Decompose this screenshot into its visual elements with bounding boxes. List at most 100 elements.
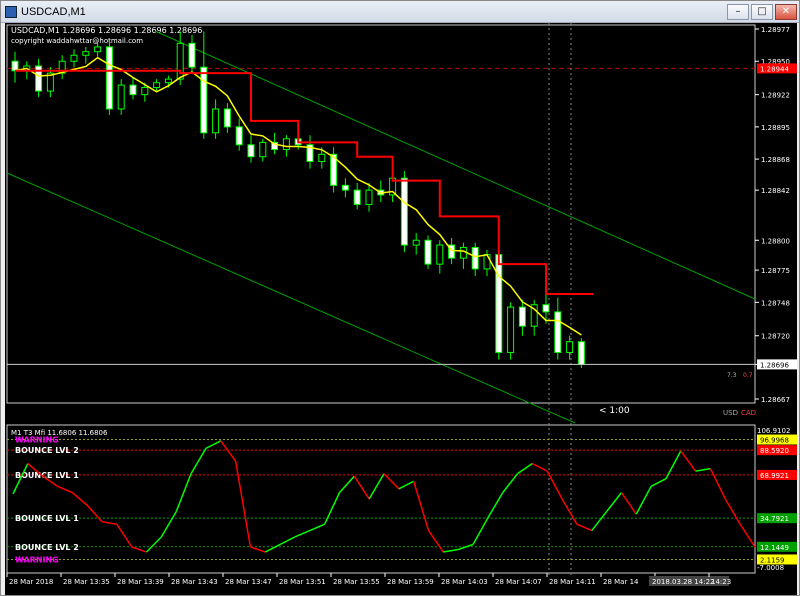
- indicator-segment: [57, 485, 73, 494]
- candle-bull-body: [94, 46, 102, 53]
- time-tick-label: 28 Mar 14:03: [441, 578, 488, 586]
- indicator-segment: [353, 475, 370, 500]
- chart-canvas[interactable]: USDCAD,M1 1.28696 1.28696 1.28696 1.2869…: [5, 23, 797, 595]
- maximize-button[interactable]: □: [751, 4, 773, 20]
- indicator-axis-bottom: -7.0008: [757, 564, 784, 572]
- indicator-segment: [160, 511, 177, 538]
- indicator-segment: [264, 543, 281, 553]
- indicator-segment: [309, 523, 325, 532]
- chart-area[interactable]: USDCAD,M1 1.28696 1.28696 1.28696 1.2869…: [5, 23, 797, 595]
- indicator-segment: [131, 546, 147, 553]
- time-tick-label: 28 Mar 13:59: [387, 578, 434, 586]
- indicator-level-value: 68.9921: [760, 472, 789, 480]
- indicator-segment: [517, 462, 533, 475]
- candle-bull-body: [164, 78, 172, 84]
- candle-bear-body: [577, 341, 585, 365]
- time-tick-label: 14:23: [711, 578, 731, 586]
- chart-app-icon: [5, 6, 17, 18]
- chart-window: USDCAD,M1 – □ ✕ USDCAD,M1 1.28696 1.2869…: [0, 0, 800, 596]
- candle-bear-body: [471, 246, 479, 270]
- indicator-segment: [323, 492, 341, 525]
- channel-upper-line: [154, 30, 756, 300]
- price-tick-label: 1.28667: [761, 396, 790, 404]
- candle-bear-body: [200, 66, 208, 134]
- indicator-segment: [146, 536, 162, 553]
- candle-bear-body: [235, 126, 243, 146]
- price-tick-label: 1.28800: [761, 237, 790, 245]
- candle-bull-body: [153, 82, 161, 88]
- indicator-segment: [279, 536, 296, 546]
- candle-bull-body: [412, 239, 420, 246]
- candle-bull-body: [212, 108, 220, 134]
- indicator-panel-border: [6, 424, 756, 574]
- indicator-segment: [487, 492, 504, 519]
- time-tick-label: 28 Mar 13:47: [225, 578, 272, 586]
- candle-bear-body: [542, 304, 550, 313]
- title-bar[interactable]: USDCAD,M1 – □ ✕: [1, 1, 799, 23]
- indicator-segment: [650, 478, 667, 487]
- candle-bear-body: [11, 60, 19, 72]
- indicator-segment: [561, 498, 578, 525]
- indicator-segment: [383, 473, 400, 490]
- indicator-segment: [175, 473, 192, 512]
- indicator-segment: [606, 492, 623, 513]
- candle-bull-body: [70, 54, 78, 62]
- indicator-level-value: 96.9968: [760, 437, 789, 445]
- indicator-axis-top: 106.9102: [757, 427, 790, 435]
- indicator-segment: [620, 492, 637, 515]
- indicator-level-label: BOUNCE LVL 1: [15, 514, 79, 523]
- indicator-segment: [695, 467, 711, 472]
- time-tick-label: 28 Mar 13:55: [333, 578, 380, 586]
- current-price-label: 1.28696: [760, 361, 789, 369]
- candle-bear-body: [341, 184, 349, 191]
- candle-bull-body: [82, 51, 90, 56]
- indicator-segment: [591, 511, 608, 532]
- candle-bull-body: [141, 86, 149, 96]
- indicator-segment: [86, 504, 103, 523]
- candle-bull-body: [365, 189, 373, 205]
- indicator-level-value: 88.5920: [760, 447, 789, 455]
- candle-bear-body: [105, 46, 113, 110]
- candle-bull-body: [436, 244, 444, 265]
- candle-bear-body: [188, 42, 196, 68]
- main-header: USDCAD,M1 1.28696 1.28696 1.28696 1.2869…: [11, 26, 202, 35]
- indicator-segment: [443, 548, 459, 553]
- window-title: USDCAD,M1: [21, 6, 86, 18]
- minimize-button[interactable]: –: [727, 4, 749, 20]
- time-tick-label: 28 Mar 13:43: [171, 578, 218, 586]
- close-button[interactable]: ✕: [775, 4, 797, 20]
- indicator-segment: [665, 450, 682, 480]
- channel-lower-line: [6, 172, 576, 424]
- time-tick-label: 28 Mar 14: [603, 578, 639, 586]
- indicator-segment: [71, 492, 88, 506]
- symbol-base: USD: [723, 409, 738, 417]
- indicator-level-label: WARNING: [15, 436, 59, 445]
- indicator-segment: [398, 480, 415, 490]
- time-tick-label: 28 Mar 13:35: [63, 578, 110, 586]
- price-level-label: 1.28944: [760, 65, 789, 73]
- candle-bear-body: [223, 108, 231, 128]
- indicator-segment: [472, 517, 489, 545]
- indicator-segment: [532, 462, 548, 472]
- candle-bear-body: [518, 306, 526, 327]
- indicator-segment: [680, 450, 697, 472]
- trailing-stop-line: [15, 69, 594, 295]
- bar-timer: < 1:00: [599, 406, 630, 416]
- candle-bull-body: [483, 254, 491, 270]
- indicator-segment: [234, 460, 252, 548]
- candle-bull-body: [117, 84, 125, 110]
- indicator-segment: [427, 530, 444, 553]
- indicator-segment: [294, 529, 311, 538]
- indicator-segment: [635, 485, 652, 515]
- candle-bear-body: [424, 239, 432, 265]
- price-tick-label: 1.28868: [761, 156, 790, 164]
- candle-bull-body: [566, 341, 574, 353]
- indicator-segment: [205, 440, 222, 450]
- indicator-level-label: BOUNCE LVL 2: [15, 446, 79, 455]
- price-tick-label: 1.28842: [761, 187, 790, 195]
- candle-bull-body: [282, 138, 290, 151]
- time-tick-label: 28 Mar 13:39: [117, 578, 164, 586]
- price-tick-label: 1.28748: [761, 299, 790, 307]
- indicator-level-label: BOUNCE LVL 2: [15, 543, 79, 552]
- indicator-segment: [101, 520, 118, 525]
